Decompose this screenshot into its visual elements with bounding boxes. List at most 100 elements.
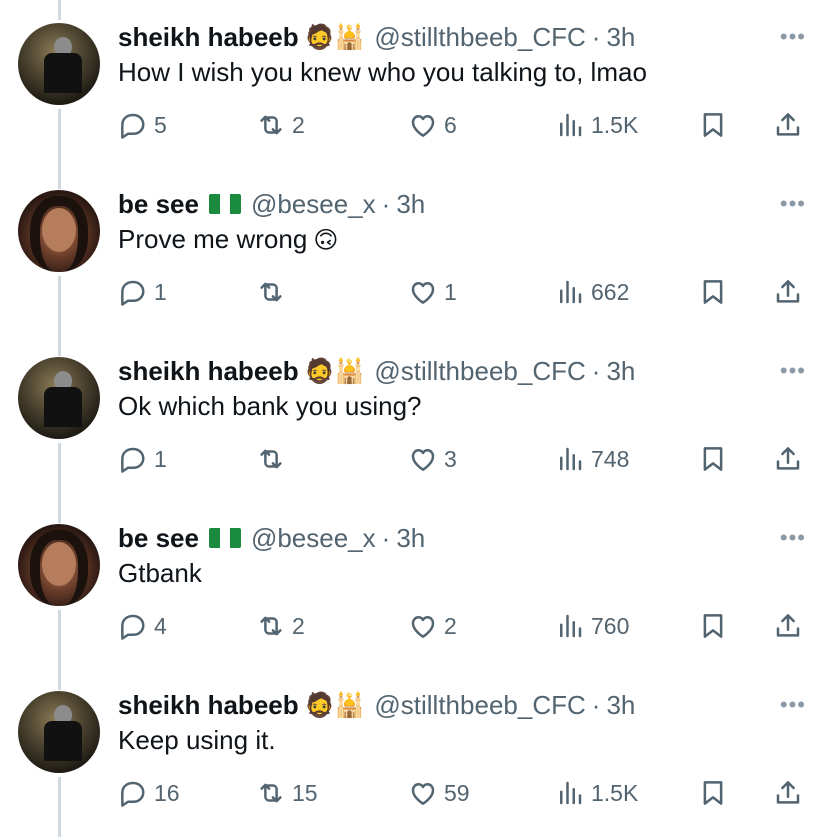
reply-button[interactable]: 4	[118, 606, 167, 646]
tweet[interactable]: sheikh habeeb 🧔🕌 @stillthbeeb_CFC · 3h •…	[0, 668, 828, 835]
separator-dot: ·	[591, 689, 601, 720]
bookmark-icon	[703, 447, 723, 471]
like-count: 6	[444, 111, 457, 138]
action-bar: 5 2 6 1.5K	[118, 105, 818, 145]
text-emoji: 🙃	[313, 225, 339, 254]
display-name[interactable]: sheikh habeeb	[118, 356, 299, 387]
views-button[interactable]: 748	[555, 439, 629, 479]
bookmark-icon	[703, 113, 723, 137]
like-button[interactable]: 2	[408, 606, 457, 646]
avatar-figure-body	[44, 53, 82, 93]
bookmark-button[interactable]	[698, 439, 728, 479]
like-button[interactable]: 6	[408, 105, 457, 145]
timestamp[interactable]: 3h	[606, 690, 635, 721]
analytics-icon	[560, 447, 582, 471]
tweet-text-content: Gtbank	[118, 558, 202, 588]
avatar[interactable]	[18, 357, 100, 439]
user-handle[interactable]: @besee_x	[251, 523, 376, 554]
retweet-button[interactable]: 2	[256, 606, 305, 646]
retweet-button[interactable]	[256, 439, 286, 479]
share-button[interactable]	[773, 773, 803, 813]
reply-count: 1	[154, 278, 167, 305]
like-count: 2	[444, 612, 457, 639]
more-options-icon[interactable]: •••	[780, 692, 806, 718]
action-bar: 1 3 748	[118, 439, 818, 479]
views-button[interactable]: 760	[555, 606, 629, 646]
timestamp[interactable]: 3h	[606, 22, 635, 53]
more-options-icon[interactable]: •••	[780, 24, 806, 50]
like-button[interactable]: 59	[408, 773, 470, 813]
tweet[interactable]: be see @besee_x · 3h ••• Gtbank 4 2 2 76…	[0, 501, 828, 668]
timestamp[interactable]: 3h	[396, 189, 425, 220]
user-handle[interactable]: @besee_x	[251, 189, 376, 220]
heart-icon	[411, 282, 435, 304]
views-button[interactable]: 662	[555, 272, 629, 312]
retweet-icon	[260, 282, 282, 302]
reply-button[interactable]: 1	[118, 272, 167, 312]
tweet[interactable]: sheikh habeeb 🧔🕌 @stillthbeeb_CFC · 3h •…	[0, 334, 828, 501]
tweet[interactable]: sheikh habeeb 🧔🕌 @stillthbeeb_CFC · 3h •…	[0, 0, 828, 167]
reply-icon	[121, 781, 145, 807]
bookmark-icon	[703, 614, 723, 638]
timestamp[interactable]: 3h	[606, 356, 635, 387]
bookmark-button[interactable]	[698, 606, 728, 646]
view-count: 1.5K	[591, 779, 639, 806]
share-button[interactable]	[773, 439, 803, 479]
share-button[interactable]	[773, 272, 803, 312]
display-name[interactable]: be see	[118, 189, 199, 220]
avatar-figure-body	[44, 721, 82, 761]
display-name[interactable]: sheikh habeeb	[118, 22, 299, 53]
like-button[interactable]: 3	[408, 439, 457, 479]
tweet-text: Prove me wrong 🙃	[118, 224, 338, 255]
bookmark-icon	[703, 280, 723, 304]
tweet-header: sheikh habeeb 🧔🕌 @stillthbeeb_CFC · 3h	[118, 20, 635, 54]
tweet[interactable]: be see @besee_x · 3h ••• Prove me wrong …	[0, 167, 828, 334]
views-button[interactable]: 1.5K	[555, 773, 638, 813]
heart-icon	[411, 783, 435, 805]
analytics-icon	[560, 280, 582, 304]
tweet-text: Ok which bank you using?	[118, 391, 422, 422]
share-icon	[776, 447, 800, 470]
display-name[interactable]: be see	[118, 523, 199, 554]
avatar[interactable]	[18, 691, 100, 773]
separator-dot: ·	[381, 522, 391, 553]
analytics-icon	[560, 614, 582, 638]
share-button[interactable]	[773, 105, 803, 145]
separator-dot: ·	[591, 21, 601, 52]
retweet-button[interactable]	[256, 272, 286, 312]
like-button[interactable]: 1	[408, 272, 457, 312]
user-handle[interactable]: @stillthbeeb_CFC	[374, 22, 585, 53]
reply-button[interactable]: 16	[118, 773, 180, 813]
avatar-figure-body	[44, 387, 82, 427]
bookmark-button[interactable]	[698, 773, 728, 813]
share-icon	[776, 280, 800, 303]
retweet-button[interactable]: 2	[256, 105, 305, 145]
user-handle[interactable]: @stillthbeeb_CFC	[374, 690, 585, 721]
display-name[interactable]: sheikh habeeb	[118, 690, 299, 721]
action-bar: 4 2 2 760	[118, 606, 818, 646]
retweet-button[interactable]: 15	[256, 773, 318, 813]
action-bar: 16 15 59 1.5K	[118, 773, 818, 813]
more-options-icon[interactable]: •••	[780, 358, 806, 384]
bookmark-button[interactable]	[698, 105, 728, 145]
avatar[interactable]	[18, 23, 100, 105]
timestamp[interactable]: 3h	[396, 523, 425, 554]
avatar-hair	[30, 530, 88, 606]
more-options-icon[interactable]: •••	[780, 525, 806, 551]
avatar[interactable]	[18, 524, 100, 606]
more-options-icon[interactable]: •••	[780, 191, 806, 217]
share-button[interactable]	[773, 606, 803, 646]
tweet-header: sheikh habeeb 🧔🕌 @stillthbeeb_CFC · 3h	[118, 688, 635, 722]
views-button[interactable]: 1.5K	[555, 105, 638, 145]
retweet-icon	[260, 616, 282, 636]
reply-button[interactable]: 1	[118, 439, 167, 479]
bookmark-button[interactable]	[698, 272, 728, 312]
name-emoji: 🧔🕌	[304, 23, 365, 51]
reply-icon	[121, 447, 145, 473]
user-handle[interactable]: @stillthbeeb_CFC	[374, 356, 585, 387]
avatar[interactable]	[18, 190, 100, 272]
reply-button[interactable]: 5	[118, 105, 167, 145]
tweet-header: be see @besee_x · 3h	[118, 187, 425, 221]
reply-icon	[121, 113, 145, 139]
like-count: 1	[444, 278, 457, 305]
